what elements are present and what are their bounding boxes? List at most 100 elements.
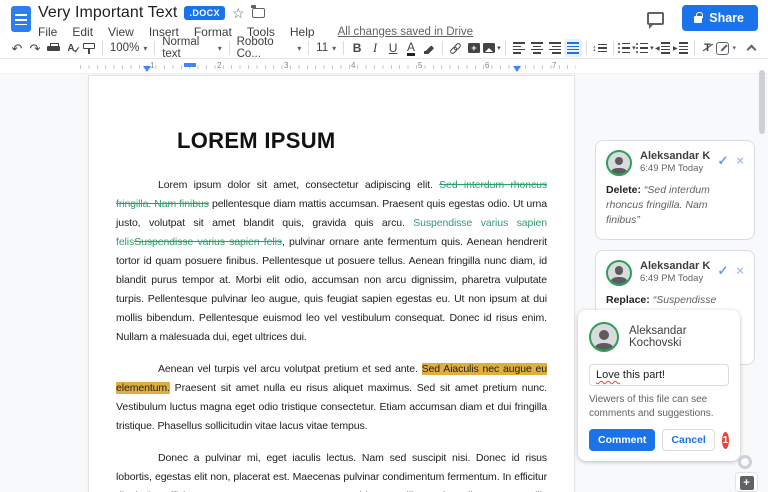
- clear-formatting-button[interactable]: T: [698, 39, 716, 57]
- toolbar-divider: [504, 41, 506, 55]
- text-segment-del[interactable]: Suspendisse varius sapien felis: [134, 236, 282, 248]
- text-segment-normal: , pulvinar ornare ante fermentum quis. A…: [116, 236, 547, 343]
- decrease-indent-button[interactable]: ◀: [654, 39, 672, 57]
- print-button[interactable]: [44, 39, 62, 57]
- add-comment-icon: +: [467, 43, 480, 53]
- zoom-select[interactable]: 100% ▾: [107, 42, 150, 54]
- highlight-color-button[interactable]: [420, 39, 438, 57]
- accept-suggestion-icon[interactable]: ✓: [718, 154, 729, 167]
- chevron-down-icon: ▾: [497, 45, 501, 52]
- redo-button[interactable]: ↷: [26, 39, 44, 57]
- share-label: Share: [709, 11, 744, 25]
- ruler-number: 5: [418, 61, 423, 70]
- docs-logo-icon[interactable]: [11, 6, 31, 32]
- menu-item-view[interactable]: View: [108, 25, 134, 39]
- comment-timestamp: 6:49 PM Today: [640, 272, 704, 284]
- align-justify-button[interactable]: [563, 39, 582, 57]
- line-spacing-button[interactable]: ↕: [591, 39, 609, 57]
- chevron-down-icon: ▾: [332, 43, 337, 53]
- insert-link-button[interactable]: [447, 39, 465, 57]
- avatar: [589, 322, 619, 352]
- left-indent-marker[interactable]: [143, 66, 151, 72]
- composer-author: Aleksandar Kochovski: [629, 325, 687, 349]
- first-line-indent-marker[interactable]: [184, 63, 196, 67]
- chevron-up-icon: [746, 44, 756, 55]
- comment-submit-button[interactable]: Comment: [589, 429, 656, 451]
- toolbar-divider: [343, 41, 345, 55]
- ruler-number: 7: [552, 61, 557, 70]
- open-comments-icon[interactable]: [647, 11, 665, 29]
- reject-suggestion-icon[interactable]: ×: [736, 154, 744, 167]
- ruler[interactable]: 1234567: [0, 59, 768, 74]
- lock-icon: [694, 12, 703, 23]
- link-icon: [449, 41, 463, 55]
- suggestion-text: Delete: “Sed interdum rhoncus fringilla.…: [606, 184, 710, 227]
- google-docs-app: Very Important Text .DOCX ☆ File Edit View…: [0, 0, 768, 492]
- accept-suggestion-icon[interactable]: ✓: [718, 264, 729, 277]
- comment-composer[interactable]: Aleksandar Kochovski Love this part! Vie…: [578, 310, 740, 461]
- chevron-down-icon: ▾: [732, 45, 736, 52]
- align-left-icon: [512, 42, 525, 54]
- paragraph-style-select[interactable]: Normal text ▾: [159, 36, 225, 60]
- comment-cancel-button[interactable]: Cancel: [662, 429, 715, 451]
- insert-image-button[interactable]: ▾: [483, 39, 501, 57]
- bulleted-list-button[interactable]: ▾: [635, 39, 654, 57]
- toolbar-divider: [442, 41, 443, 55]
- suggestion-card[interactable]: Aleksandar Kocho...6:49 PM Today ✓ × Delete…: [595, 140, 755, 240]
- highlighter-icon: [423, 43, 435, 54]
- text-segment-normal: Praesent sit amet nulla eu risus aliquet…: [116, 382, 547, 432]
- align-left-button[interactable]: [510, 39, 528, 57]
- docx-badge: .DOCX: [184, 6, 225, 20]
- composer-helper-text: Viewers of this file can see comments an…: [589, 394, 714, 419]
- align-center-button[interactable]: [528, 39, 546, 57]
- menu-item-file[interactable]: File: [38, 25, 57, 39]
- document-title[interactable]: Very Important Text: [38, 4, 177, 22]
- editing-mode-button[interactable]: ▾: [716, 39, 736, 57]
- plus-icon: +: [739, 476, 754, 490]
- toolbar-divider: [102, 41, 103, 55]
- increase-indent-icon: ▶: [673, 42, 689, 54]
- notification-badge[interactable]: 1: [721, 431, 729, 449]
- chevron-down-icon: ▾: [297, 43, 302, 53]
- comment-input[interactable]: Love this part!: [589, 364, 729, 386]
- doc-paragraph[interactable]: Aenean vel turpis vel arcu volutpat pret…: [116, 360, 547, 436]
- underline-button[interactable]: U: [384, 39, 402, 57]
- vertical-scrollbar-thumb[interactable]: [759, 70, 765, 134]
- increase-indent-button[interactable]: ▶: [672, 39, 690, 57]
- menu-item-edit[interactable]: Edit: [72, 25, 93, 39]
- reject-suggestion-icon[interactable]: ×: [736, 264, 744, 277]
- italic-button[interactable]: I: [366, 39, 384, 57]
- doc-heading[interactable]: LOREM IPSUM: [177, 128, 547, 154]
- text-segment-normal: Aenean vel turpis vel arcu volutpat pret…: [158, 363, 422, 375]
- font-size-select[interactable]: 11 ▾: [313, 42, 339, 54]
- comment-author: Aleksandar Kocho...: [640, 259, 710, 272]
- doc-paragraph[interactable]: Lorem ipsum dolor sit amet, consectetur …: [116, 176, 547, 347]
- explore-widget[interactable]: +: [735, 472, 758, 492]
- chevron-down-icon: ▾: [143, 43, 148, 53]
- doc-paragraph[interactable]: Donec a pulvinar mi, eget iaculis lectus…: [116, 449, 547, 492]
- document-page[interactable]: LOREM IPSUM Lorem ipsum dolor sit amet, …: [88, 75, 575, 492]
- bulleted-list-icon: [635, 42, 649, 54]
- ruler-number: 3: [284, 61, 289, 70]
- numbered-list-button[interactable]: ▾: [617, 39, 636, 57]
- toolbar-divider: [228, 41, 230, 55]
- font-family-select[interactable]: Roboto Co... ▾: [234, 36, 305, 60]
- add-comment-button[interactable]: +: [465, 39, 483, 57]
- star-icon[interactable]: ☆: [232, 6, 245, 20]
- align-right-button[interactable]: [546, 39, 564, 57]
- undo-button[interactable]: ↶: [8, 39, 26, 57]
- share-button[interactable]: Share: [682, 5, 758, 31]
- move-folder-icon[interactable]: [251, 5, 265, 18]
- text-color-icon: A: [407, 39, 416, 56]
- bold-button[interactable]: B: [348, 39, 366, 57]
- decrease-indent-icon: ◀: [655, 42, 671, 54]
- line-spacing-icon: ↕: [592, 43, 608, 53]
- text-color-button[interactable]: A: [402, 39, 420, 57]
- save-status-link[interactable]: All changes saved in Drive: [338, 26, 474, 38]
- align-center-icon: [530, 42, 543, 54]
- right-indent-marker[interactable]: [513, 66, 521, 72]
- paint-format-button[interactable]: [80, 39, 98, 57]
- collapse-toolbar-button[interactable]: [742, 39, 760, 57]
- spellcheck-button[interactable]: A ✓: [62, 39, 80, 57]
- ruler-number: 2: [217, 61, 222, 70]
